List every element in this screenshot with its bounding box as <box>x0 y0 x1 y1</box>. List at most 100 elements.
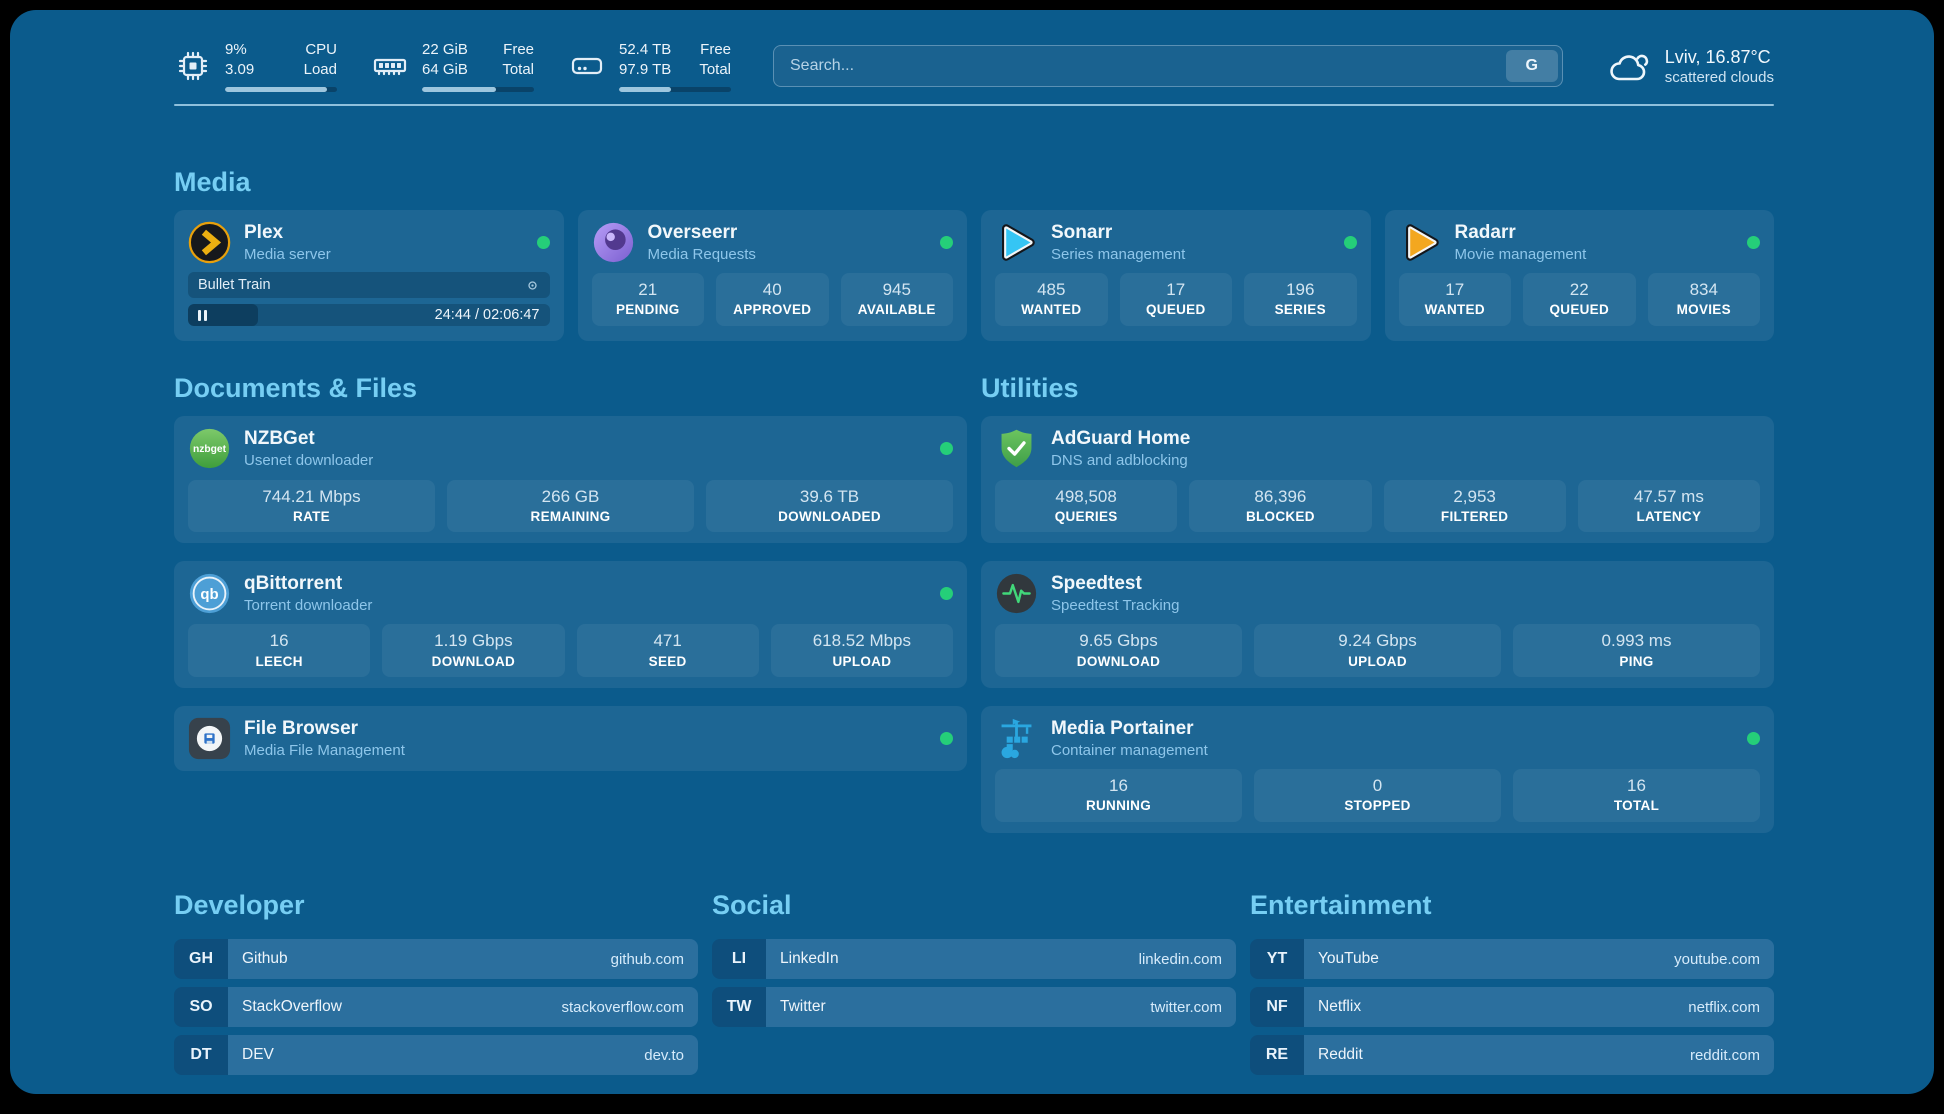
stat-box: 196 SERIES <box>1244 273 1357 326</box>
social-links: Social LI LinkedIn linkedin.com TW Twitt… <box>712 889 1236 1027</box>
stat-box: 21 PENDING <box>592 273 705 326</box>
cpu-label-2: Load <box>304 60 337 80</box>
svg-text:qb: qb <box>200 586 218 603</box>
stat-value: 471 <box>581 630 755 652</box>
stat-label: LATENCY <box>1582 508 1756 526</box>
app-title: Media Portainer <box>1051 717 1208 741</box>
qbittorrent-icon: qb <box>188 572 231 615</box>
app-card-qbittorrent[interactable]: qb qBittorrent Torrent downloader 16 LEE… <box>174 561 967 688</box>
sonarr-icon <box>995 221 1038 264</box>
now-playing-title: Bullet Train <box>198 277 271 293</box>
status-dot <box>940 442 953 455</box>
link-reddit[interactable]: RE Reddit reddit.com <box>1250 1035 1774 1075</box>
stat-box: 0 STOPPED <box>1254 769 1501 822</box>
stat-box: 47.57 ms LATENCY <box>1578 480 1760 533</box>
link-github[interactable]: GH Github github.com <box>174 939 698 979</box>
stat-box: 9.65 Gbps DOWNLOAD <box>995 624 1242 677</box>
status-dot <box>1747 732 1760 745</box>
app-card-plex[interactable]: Plex Media server Bullet Train 24:44 / 0… <box>174 210 564 341</box>
status-dot <box>1344 236 1357 249</box>
disk-icon <box>568 47 606 85</box>
stat-value: 9.24 Gbps <box>1258 630 1497 652</box>
app-subtitle: Media Requests <box>648 245 756 265</box>
disk-progress-fill <box>619 87 671 92</box>
stat-value: 16 <box>1517 775 1756 797</box>
cpu-usage: 9% <box>225 40 254 60</box>
app-card-nzbget[interactable]: nzbget NZBGet Usenet downloader 744.21 M… <box>174 416 967 543</box>
stat-box: 22 QUEUED <box>1523 273 1636 326</box>
stat-box: 16 TOTAL <box>1513 769 1760 822</box>
link-abbr: YT <box>1250 939 1304 979</box>
link-url: github.com <box>611 951 684 968</box>
stat-value: 834 <box>1652 279 1757 301</box>
link-name: Twitter <box>780 998 826 1016</box>
stat-label: DOWNLOADED <box>710 508 949 526</box>
stat-box: 17 QUEUED <box>1120 273 1233 326</box>
stat-box: 2,953 FILTERED <box>1384 480 1566 533</box>
memory-progress-track <box>422 87 534 92</box>
app-card-sonarr[interactable]: Sonarr Series management 485 WANTED 17 Q… <box>981 210 1371 341</box>
link-name: StackOverflow <box>242 998 342 1016</box>
search-engine-button[interactable]: G <box>1506 50 1558 82</box>
stat-label: WANTED <box>1403 301 1508 319</box>
stat-box: 498,508 QUERIES <box>995 480 1177 533</box>
stat-label: LEECH <box>192 653 366 671</box>
cpu-load: 3.09 <box>225 60 254 80</box>
link-name: Netflix <box>1318 998 1361 1016</box>
app-card-filebrowser[interactable]: File Browser Media File Management <box>174 706 967 771</box>
cpu-progress-fill <box>225 87 327 92</box>
app-subtitle: Speedtest Tracking <box>1051 596 1179 616</box>
app-title: AdGuard Home <box>1051 427 1190 451</box>
section-title-media: Media <box>174 166 1774 198</box>
app-subtitle: Movie management <box>1455 245 1587 265</box>
weather-condition: scattered clouds <box>1665 69 1774 86</box>
stat-label: UPLOAD <box>775 653 949 671</box>
stat-value: 2,953 <box>1388 486 1562 508</box>
stat-value: 266 GB <box>451 486 690 508</box>
stat-label: WANTED <box>999 301 1104 319</box>
app-title: NZBGet <box>244 427 373 451</box>
stat-box: 9.24 Gbps UPLOAD <box>1254 624 1501 677</box>
app-card-overseerr[interactable]: Overseerr Media Requests 21 PENDING 40 A… <box>578 210 968 341</box>
stat-label: MOVIES <box>1652 301 1757 319</box>
link-abbr: DT <box>174 1035 228 1075</box>
stat-label: PENDING <box>596 301 701 319</box>
link-abbr: RE <box>1250 1035 1304 1075</box>
stat-label: DOWNLOAD <box>386 653 560 671</box>
app-card-radarr[interactable]: Radarr Movie management 17 WANTED 22 QUE… <box>1385 210 1775 341</box>
stat-value: 86,396 <box>1193 486 1367 508</box>
stat-box: 16 LEECH <box>188 624 370 677</box>
stat-label: PING <box>1517 653 1756 671</box>
app-title: Speedtest <box>1051 572 1179 596</box>
stat-box: 16 RUNNING <box>995 769 1242 822</box>
speedtest-icon <box>995 572 1038 615</box>
stat-value: 17 <box>1403 279 1508 301</box>
gear-icon[interactable] <box>525 278 540 293</box>
utilities-column: Utilities AdGuard Home <box>981 372 1774 833</box>
memory-total: 64 GiB <box>422 60 468 80</box>
filebrowser-icon <box>188 717 231 760</box>
app-card-adguard[interactable]: AdGuard Home DNS and adblocking 498,508 … <box>981 416 1774 543</box>
stat-box: 1.19 Gbps DOWNLOAD <box>382 624 564 677</box>
status-dot <box>940 587 953 600</box>
link-youtube[interactable]: YT YouTube youtube.com <box>1250 939 1774 979</box>
link-linkedin[interactable]: LI LinkedIn linkedin.com <box>712 939 1236 979</box>
link-stackoverflow[interactable]: SO StackOverflow stackoverflow.com <box>174 987 698 1027</box>
link-url: stackoverflow.com <box>561 999 684 1016</box>
section-title-entertainment: Entertainment <box>1250 889 1774 921</box>
stat-label: QUERIES <box>999 508 1173 526</box>
link-dev[interactable]: DT DEV dev.to <box>174 1035 698 1075</box>
link-abbr: LI <box>712 939 766 979</box>
app-title: Radarr <box>1455 221 1587 245</box>
link-name: Github <box>242 950 288 968</box>
svg-text:nzbget: nzbget <box>193 445 227 456</box>
link-url: youtube.com <box>1674 951 1760 968</box>
stat-value: 39.6 TB <box>710 486 949 508</box>
link-netflix[interactable]: NF Netflix netflix.com <box>1250 987 1774 1027</box>
now-playing-title-bar: Bullet Train <box>188 272 550 298</box>
app-card-portainer[interactable]: Media Portainer Container management 16 … <box>981 706 1774 833</box>
link-twitter[interactable]: TW Twitter twitter.com <box>712 987 1236 1027</box>
search-input[interactable] <box>773 45 1563 87</box>
app-card-speedtest[interactable]: Speedtest Speedtest Tracking 9.65 Gbps D… <box>981 561 1774 688</box>
status-dot <box>940 236 953 249</box>
